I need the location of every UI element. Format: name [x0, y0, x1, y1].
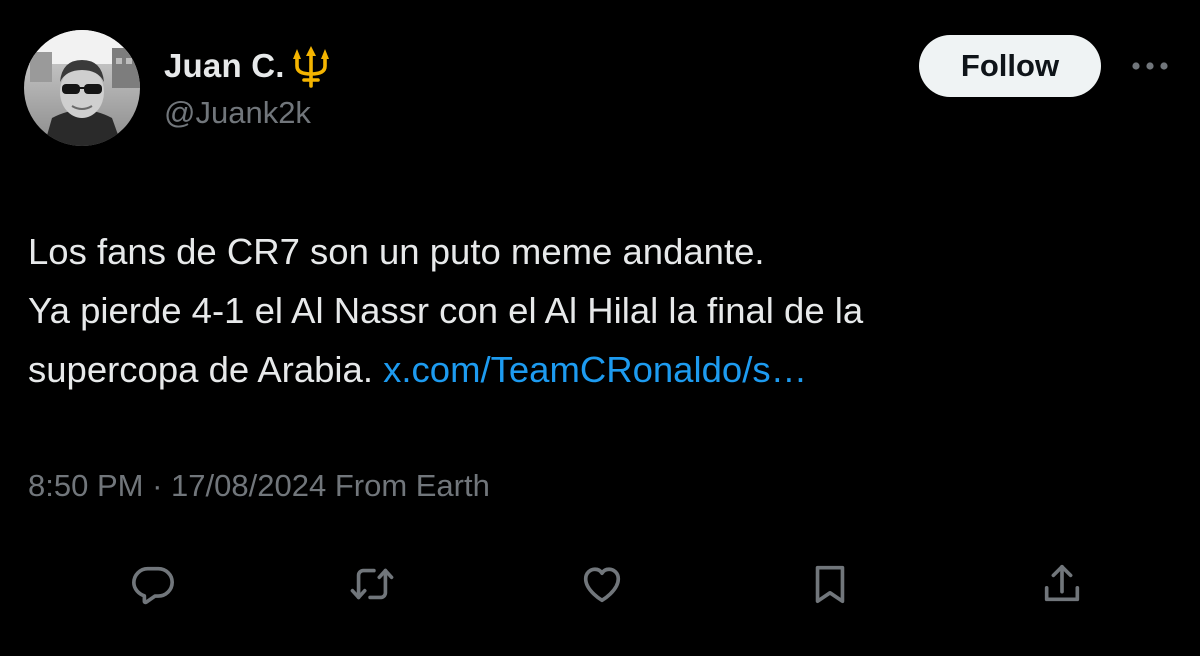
- tweet-link[interactable]: x.com/TeamCRonaldo/s…: [383, 349, 807, 390]
- author-name-row[interactable]: Juan C.: [164, 44, 333, 88]
- follow-button[interactable]: Follow: [919, 35, 1101, 97]
- like-icon: [583, 567, 621, 603]
- bookmark-icon: [815, 565, 845, 604]
- tweet-text: Los fans de CR7 son un puto meme andante…: [28, 222, 1168, 399]
- more-options-button[interactable]: [1128, 52, 1172, 80]
- reply-icon: [132, 566, 174, 605]
- meta-separator: ·: [152, 468, 163, 503]
- trident-icon: [289, 44, 333, 88]
- avatar-photo: [24, 30, 140, 146]
- tweet-time[interactable]: 8:50 PM: [28, 468, 143, 503]
- tweet-text-line: supercopa de Arabia. x.com/TeamCRonaldo/…: [28, 340, 1168, 399]
- author-handle[interactable]: @Juank2k: [164, 95, 311, 131]
- retweet-icon: [350, 568, 394, 600]
- tweet-source: From Earth: [334, 468, 490, 503]
- more-horizontal-icon: [1132, 62, 1168, 70]
- tweet-text-line: Los fans de CR7 son un puto meme andante…: [28, 231, 765, 272]
- tweet-text-line: Ya pierde 4-1 el Al Nassr con el Al Hila…: [28, 290, 864, 331]
- share-button[interactable]: [1034, 556, 1090, 612]
- bookmark-button[interactable]: [802, 556, 858, 612]
- like-button[interactable]: [574, 556, 630, 612]
- tweet-metadata: 8:50 PM · 17/08/2024 From Earth: [28, 468, 490, 504]
- reply-button[interactable]: [125, 556, 181, 612]
- tweet-text-fragment: supercopa de Arabia.: [28, 349, 373, 390]
- retweet-button[interactable]: [344, 556, 400, 612]
- share-icon: [1044, 564, 1080, 602]
- action-bar: [0, 556, 1200, 612]
- avatar[interactable]: [24, 30, 140, 146]
- tweet-card: Juan C. @Juank2k Follow Los fans de CR7 …: [0, 0, 1200, 656]
- tweet-date[interactable]: 17/08/2024: [171, 468, 326, 503]
- display-name[interactable]: Juan C.: [164, 47, 285, 85]
